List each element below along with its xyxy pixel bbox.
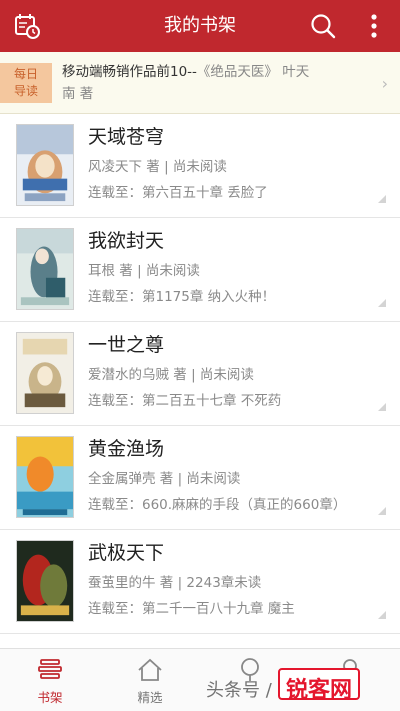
banner-main-text: 移动端畅销作品前10-- [62,64,197,80]
book-cover [16,124,74,206]
book-title: 我欲封天 [88,230,165,252]
corner-triangle-icon [378,507,386,515]
daily-guide-badge: 每日 导读 [0,63,52,103]
book-update: 连载至：第二千一百八十九章 魔主 [88,601,295,617]
house-icon [136,657,164,683]
tab-bookshelf[interactable]: 书架 [0,649,100,711]
tab-label: 精选 [137,690,163,705]
banner-text: 移动端畅销作品前10--《绝品天医》 叶天 南 著 [62,61,372,105]
bookshelf-icon [36,657,64,683]
watermark: 头条号 / 全金网文 锐客网 [206,668,396,704]
book-meta: 风凌天下 著 | 尚未阅读 [88,159,227,175]
book-title: 武极天下 [88,542,165,564]
book-item[interactable]: 武极天下 蚕茧里的牛 著 | 2243章未读 连载至：第二千一百八十九章 魔主 [0,530,400,634]
banner-author: 叶天 [277,64,310,80]
corner-triangle-icon [378,299,386,307]
corner-triangle-icon [378,403,386,411]
search-icon[interactable] [305,8,341,44]
banner-line-2: 南 著 [62,86,94,102]
chevron-right-icon: › [381,74,388,93]
corner-triangle-icon [378,195,386,203]
book-cover [16,436,74,518]
book-update: 连载至：第二百五十七章 不死药 [88,393,282,409]
book-update: 连载至：第六百五十章 丢脸了 [88,185,268,201]
book-cover [16,540,74,622]
bookshelf-list: 天域苍穹 风凌天下 著 | 尚未阅读 连载至：第六百五十章 丢脸了 我欲封天 耳… [0,114,400,634]
badge-line-2: 导读 [13,84,38,98]
tab-featured[interactable]: 精选 [100,649,200,711]
book-title: 黄金渔场 [88,438,165,460]
book-meta: 爱潜水的乌贼 著 | 尚未阅读 [88,367,254,383]
book-cover [16,228,74,310]
book-title: 天域苍穹 [88,126,165,148]
badge-line-1: 每日 [13,67,38,81]
book-item[interactable]: 黄金渔场 全金属弹壳 著 | 尚未阅读 连载至：660.麻麻的手段（真正的660… [0,426,400,530]
book-meta: 全金属弹壳 著 | 尚未阅读 [88,471,241,487]
book-update: 连载至：660.麻麻的手段（真正的660章） [88,497,347,513]
corner-triangle-icon [378,611,386,619]
app-header: 我的书架 [0,0,400,52]
banner-book-title: 《绝品天医》 [196,64,278,80]
book-meta: 耳根 著 | 尚未阅读 [88,263,200,279]
book-cover [16,332,74,414]
tab-label: 书架 [37,690,63,705]
more-vertical-icon[interactable] [360,8,396,44]
book-item[interactable]: 天域苍穹 风凌天下 著 | 尚未阅读 连载至：第六百五十章 丢脸了 [0,114,400,218]
daily-guide-banner[interactable]: 每日 导读 移动端畅销作品前10--《绝品天医》 叶天 南 著 › [0,52,400,114]
book-item[interactable]: 一世之尊 爱潜水的乌贼 著 | 尚未阅读 连载至：第二百五十七章 不死药 [0,322,400,426]
book-meta: 蚕茧里的牛 著 | 2243章未读 [88,575,262,591]
book-item[interactable]: 我欲封天 耳根 著 | 尚未阅读 连载至：第1175章 纳入火种！ [0,218,400,322]
watermark-logo: 锐客网 [278,668,361,703]
book-update: 连载至：第1175章 纳入火种！ [88,289,276,305]
book-title: 一世之尊 [88,334,165,356]
